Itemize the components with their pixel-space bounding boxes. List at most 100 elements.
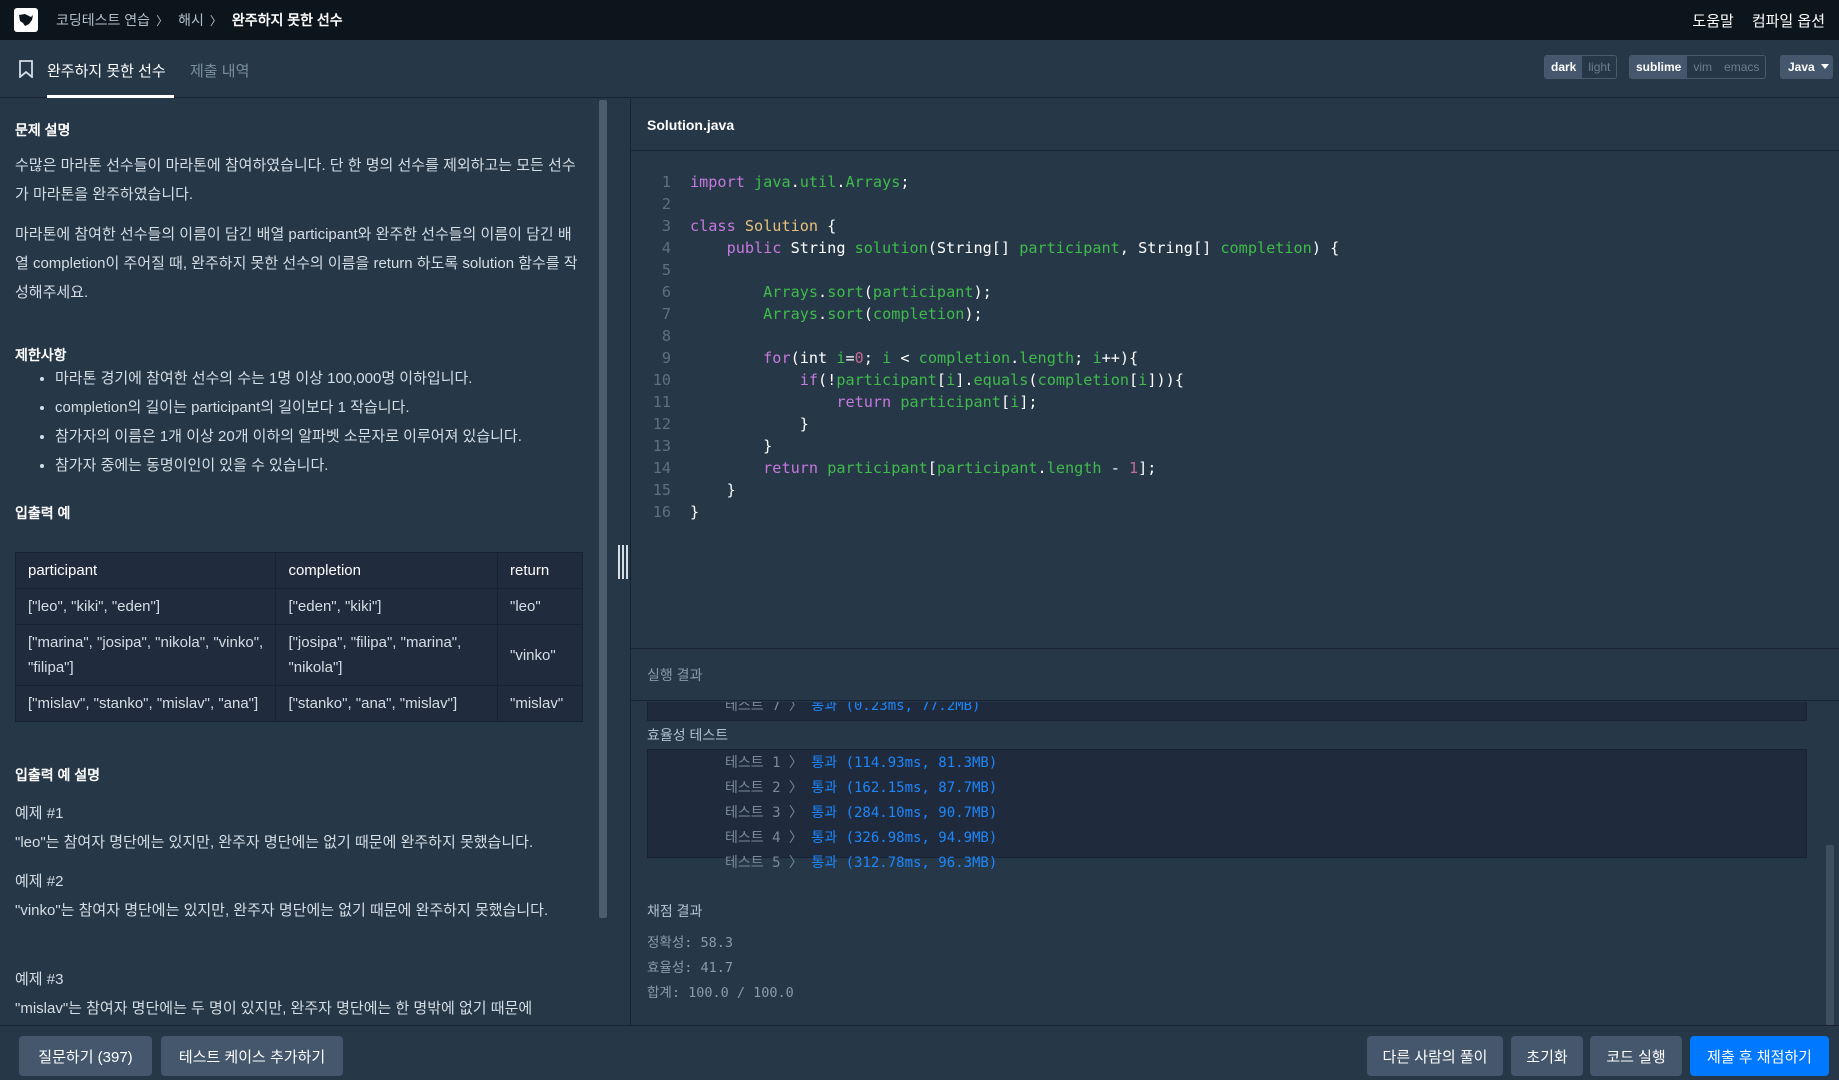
chevron-right-icon: 〉 [209,13,222,28]
table-cell: "leo" [497,588,583,625]
ask-question-button[interactable]: 질문하기 (397) [19,1036,152,1076]
bottom-action-bar: 질문하기 (397) 테스트 케이스 추가하기 다른 사람의 풀이 초기화 코드… [0,1025,1839,1080]
table-cell: ["mislav", "stanko", "mislav", "ana"] [14,685,277,722]
efficiency-heading: 효율성 테스트 [647,727,729,743]
problem-scrollbar[interactable] [599,100,607,918]
table-row: ["leo", "kiki", "eden"] ["eden", "kiki"]… [14,588,583,625]
example-title: 예제 #1 [15,805,64,822]
drag-handle-icon[interactable] [618,545,628,579]
test-result: 통과 (312.78ms, 96.3MB) [811,855,998,871]
editor-header: Solution.java [631,99,1839,151]
keymap-toggle: sublime vim emacs [1629,55,1767,79]
example-3: 예제 #3 "mislav"는 참여자 명단에는 두 명이 있지만, 완주자 명… [15,965,580,1023]
breadcrumb-item-hash[interactable]: 해시 [178,10,204,30]
list-item: 참가자의 이름은 1개 이상 20개 이하의 알파벳 소문자로 이루어져 있습니… [55,422,580,451]
example-title: 예제 #2 [15,873,64,890]
result-panel: 테스트 7 〉 통과 (0.23ms, 77.2MB) 효율성 테스트 테스트 … [631,702,1839,1025]
table-cell: ["eden", "kiki"] [275,588,499,625]
table-cell: ["stanko", "ana", "mislav"] [275,685,499,722]
run-code-button[interactable]: 코드 실행 [1590,1036,1682,1076]
language-select[interactable]: Java [1780,55,1833,79]
grading-heading: 채점 결과 [647,903,703,919]
example-text: "leo"는 참여자 명단에는 있지만, 완주자 명단에는 없기 때문에 완주하… [15,834,534,851]
caret-down-icon [1820,64,1829,69]
theme-light-button[interactable]: light [1582,56,1617,78]
example-1: 예제 #1 "leo"는 참여자 명단에는 있지만, 완주자 명단에는 없기 때… [15,799,580,857]
tab-problem[interactable]: 완주하지 못한 선수 [47,60,166,81]
desc-paragraph-2: 마라톤에 참여한 선수들의 이름이 담긴 배열 participant와 완주한… [15,226,578,301]
language-label: Java [1788,60,1815,74]
table-cell: ["marina", "josipa", "nikola", "vinko", … [14,624,277,686]
line-number: 16 [652,503,671,521]
line-number: 4 [661,239,671,257]
desc-paragraph-1: 수많은 마라톤 선수들이 마라톤에 참여하였습니다. 단 한 명의 선수를 제외… [15,157,576,203]
chevron-right-icon: 〉 [156,13,169,28]
io-table: participant completion return ["leo", "k… [14,552,583,722]
table-cell: "vinko" [497,624,583,686]
line-number: 11 [652,393,671,411]
programmers-logo-icon[interactable] [14,8,38,32]
total-score: 합계: 100.0 / 100.0 [647,985,794,1001]
example-text: "vinko"는 참여자 명단에는 있지만, 완주자 명단에는 없기 때문에 완… [15,902,549,919]
table-cell: "mislav" [497,685,583,722]
line-number: 7 [661,305,671,323]
table-row: ["mislav", "stanko", "mislav", "ana"] ["… [14,685,583,722]
top-nav: 코딩테스트 연습 〉 해시 〉 완주하지 못한 선수 도움말 컴파일 옵션 [0,0,1839,40]
result-title: 실행 결과 [647,667,703,683]
theme-dark-button[interactable]: dark [1545,56,1583,78]
list-item: 참가자 중에는 동명이인이 있을 수 있습니다. [55,451,580,480]
line-number: 14 [652,459,671,477]
line-number: 10 [652,371,671,389]
breadcrumb-item-coding-test[interactable]: 코딩테스트 연습 [56,10,150,30]
example-text: "mislav"는 참여자 명단에는 두 명이 있지만, 완주자 명단에는 한 … [15,1000,533,1017]
desc-heading: 문제 설명 [15,122,71,138]
theme-toggle: dark light [1544,55,1618,79]
compile-options-link[interactable]: 컴파일 옵션 [1752,10,1825,31]
line-number: 3 [661,217,671,235]
reset-button[interactable]: 초기화 [1511,1036,1583,1076]
efficiency-results-box: 테스트 1 〉 통과 (114.93ms, 81.3MB) 테스트 2 〉 통과… [647,749,1807,871]
test-label: 테스트 7 〉 [725,702,803,714]
line-number: 15 [652,481,671,499]
line-number: 5 [661,261,671,279]
column-header: participant [14,552,277,589]
test-result: 통과 (0.23ms, 77.2MB) [811,702,981,714]
test-label: 테스트 2 〉 [725,780,803,796]
line-number: 8 [661,327,671,345]
list-item: completion의 길이는 participant의 길이보다 1 작습니다… [55,393,580,422]
line-number: 1 [661,173,671,191]
problem-panel: 문제 설명 수많은 마라톤 선수들이 마라톤에 참여하였습니다. 단 한 명의 … [0,99,608,1025]
result-header: 실행 결과 [631,649,1839,701]
add-testcase-button[interactable]: 테스트 케이스 추가하기 [161,1036,343,1076]
table-row: ["marina", "josipa", "nikola", "vinko", … [14,624,583,686]
line-number: 12 [652,415,671,433]
result-scrollbar[interactable] [1826,845,1834,1025]
example-2: 예제 #2 "vinko"는 참여자 명단에는 있지만, 완주자 명단에는 없기… [15,867,580,925]
bookmark-icon[interactable] [18,60,34,83]
test-result: 통과 (284.10ms, 90.7MB) [811,805,998,821]
keymap-emacs-button[interactable]: emacs [1718,56,1766,78]
column-header: return [497,552,583,589]
breadcrumb-current: 완주하지 못한 선수 [231,12,343,28]
test-result: 통과 (326.98ms, 94.9MB) [811,830,998,846]
line-number: 6 [661,283,671,301]
keymap-vim-button[interactable]: vim [1687,56,1719,78]
table-cell: ["josipa", "filipa", "marina", "nikola"] [275,624,499,686]
line-number: 13 [652,437,671,455]
others-solutions-button[interactable]: 다른 사람의 풀이 [1367,1036,1503,1076]
keymap-sublime-button[interactable]: sublime [1630,56,1688,78]
active-tab-indicator [47,95,174,98]
efficiency-score: 효율성: 41.7 [647,960,734,976]
help-link[interactable]: 도움말 [1692,10,1733,31]
submit-button[interactable]: 제출 후 채점하기 [1690,1036,1829,1076]
test-row: 테스트 3 〉 통과 (284.10ms, 90.7MB) [725,802,997,824]
tab-submissions[interactable]: 제출 내역 [190,60,249,81]
io-heading: 입출력 예 [15,505,71,521]
editor-filename: Solution.java [647,117,735,133]
line-number: 2 [661,195,671,213]
breadcrumb: 코딩테스트 연습 〉 해시 〉 완주하지 못한 선수 [56,10,343,30]
limits-list: 마라톤 경기에 참여한 선수의 수는 1명 이상 100,000명 이하입니다.… [35,364,580,480]
code-editor[interactable]: 1 import java.util.Arrays; 2 3 class Solut… [631,152,1839,649]
example-title: 예제 #3 [15,971,64,988]
io-desc-heading: 입출력 예 설명 [15,767,101,783]
